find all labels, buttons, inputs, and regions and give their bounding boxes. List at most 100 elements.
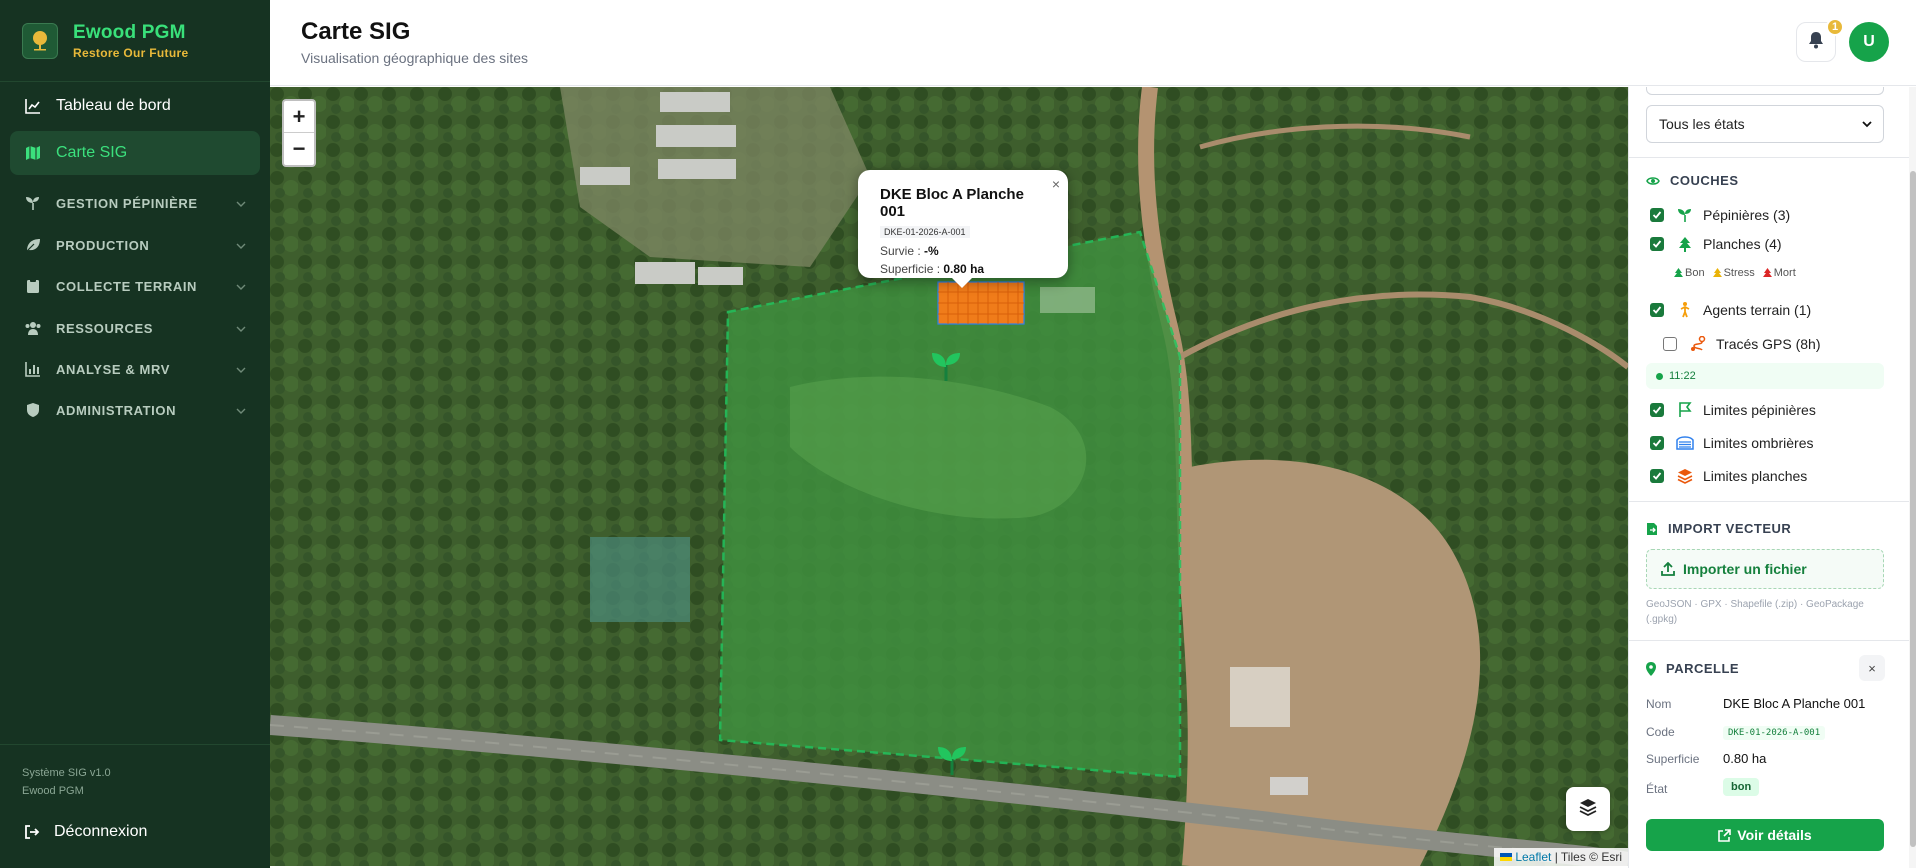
import-title: IMPORT VECTEUR bbox=[1668, 521, 1792, 536]
popup-superficie: Superficie : 0.80 ha bbox=[880, 262, 1046, 276]
page-subtitle: Visualisation géographique des sites bbox=[301, 50, 529, 66]
shade-house-icon bbox=[1676, 434, 1694, 452]
sidebar-item-carte-sig[interactable]: Carte SIG bbox=[10, 131, 260, 175]
parcelle-code: DKE-01-2026-A-001 bbox=[1723, 723, 1826, 740]
parcelle-superficie-label: Superficie bbox=[1646, 752, 1700, 766]
checkbox-checked[interactable] bbox=[1650, 208, 1664, 222]
zoom-in-button[interactable]: + bbox=[284, 101, 314, 133]
sidebar-group-label: PRODUCTION bbox=[56, 237, 150, 253]
bell-icon bbox=[1808, 31, 1824, 54]
notification-badge: 1 bbox=[1826, 18, 1844, 36]
filter-select-partial[interactable] bbox=[1646, 87, 1884, 95]
layer-label: Limites planches bbox=[1703, 468, 1808, 484]
sidebar-divider bbox=[0, 81, 270, 82]
sidebar-footer: Système SIG v1.0 Ewood PGM bbox=[22, 764, 111, 800]
popup-superficie-value: 0.80 ha bbox=[943, 262, 985, 276]
view-details-label: Voir détails bbox=[1737, 827, 1812, 843]
chevron-down-icon bbox=[236, 321, 246, 339]
walking-person-icon bbox=[1676, 301, 1694, 319]
checkbox-checked[interactable] bbox=[1650, 303, 1664, 317]
parcelle-section-title: PARCELLE bbox=[1646, 661, 1739, 676]
checkbox-unchecked[interactable] bbox=[1663, 337, 1677, 351]
parcelle-superficie-value: 0.80 ha bbox=[1723, 751, 1767, 766]
layers-toggle-button[interactable] bbox=[1566, 787, 1610, 831]
parcelle-code-value: DKE-01-2026-A-001 bbox=[1723, 726, 1826, 740]
sign-out-icon bbox=[24, 824, 40, 840]
layer-toggle-limites-pepinieres[interactable]: Limites pépinières bbox=[1650, 401, 1816, 419]
parcelle-nom-value: DKE Bloc A Planche 001 bbox=[1723, 696, 1866, 711]
logout-button[interactable]: Déconnexion bbox=[10, 810, 260, 854]
tree-icon bbox=[1674, 268, 1683, 277]
avatar[interactable]: U bbox=[1849, 22, 1889, 62]
parcelle-nom-label: Nom bbox=[1646, 697, 1672, 711]
layer-toggle-traces-gps[interactable]: Tracés GPS (8h) bbox=[1663, 335, 1821, 353]
sidebar-group-production[interactable]: PRODUCTION bbox=[10, 223, 260, 267]
parcelle-etat: bon bbox=[1723, 778, 1760, 796]
layer-label: Agents terrain (1) bbox=[1703, 302, 1812, 318]
planche-status-legend: Bon Stress Mort bbox=[1674, 267, 1796, 279]
state-filter-select[interactable]: Tous les états bbox=[1646, 105, 1884, 143]
layer-toggle-planches[interactable]: Planches (4) bbox=[1650, 235, 1782, 253]
bar-chart-icon bbox=[24, 360, 42, 378]
users-icon bbox=[24, 319, 42, 337]
layer-label: Limites ombrières bbox=[1703, 435, 1814, 451]
import-file-button[interactable]: Importer un fichier bbox=[1646, 549, 1884, 589]
seedling-icon bbox=[24, 194, 42, 212]
nursery-marker[interactable] bbox=[930, 349, 962, 383]
zoom-out-button[interactable]: − bbox=[284, 133, 314, 165]
layer-toggle-limites-planches[interactable]: Limites planches bbox=[1650, 467, 1807, 485]
map-icon bbox=[24, 144, 42, 162]
layer-toggle-agents[interactable]: Agents terrain (1) bbox=[1650, 301, 1811, 319]
checkbox-checked[interactable] bbox=[1650, 436, 1664, 450]
popup-survie-label: Survie : bbox=[880, 244, 921, 258]
nursery-marker[interactable] bbox=[936, 743, 968, 777]
popup-survie: Survie : -% bbox=[880, 244, 1046, 258]
tree-icon bbox=[1712, 268, 1722, 277]
popup-close-button[interactable]: × bbox=[1052, 176, 1060, 192]
seedling-icon bbox=[1676, 206, 1694, 224]
layer-group-icon bbox=[1676, 467, 1694, 485]
sidebar-group-label: ANALYSE & MRV bbox=[56, 361, 170, 377]
sidebar-group-collecte-terrain[interactable]: COLLECTE TERRAIN bbox=[10, 264, 260, 308]
external-link-icon bbox=[1718, 828, 1732, 842]
sidebar-group-gestion-pepiniere[interactable]: GESTION PÉPINIÈRE bbox=[10, 181, 260, 225]
section-divider bbox=[1629, 501, 1916, 502]
eye-icon bbox=[1646, 175, 1660, 187]
sidebar-group-label: GESTION PÉPINIÈRE bbox=[56, 195, 198, 211]
popup-code: DKE-01-2026-A-001 bbox=[880, 226, 970, 238]
sidebar-item-label: Tableau de bord bbox=[56, 97, 171, 114]
panel-scrollbar-thumb[interactable] bbox=[1910, 171, 1916, 847]
layers-title: COUCHES bbox=[1670, 173, 1739, 188]
tiles-attribution: | Tiles © Esri bbox=[1554, 850, 1622, 864]
sidebar-group-administration[interactable]: ADMINISTRATION bbox=[10, 388, 260, 432]
map-canvas[interactable]: + − × DKE Bloc A Planche 001 DKE-01-2026… bbox=[270, 87, 1628, 866]
checkbox-checked[interactable] bbox=[1650, 469, 1664, 483]
legend-bon-label: Bon bbox=[1685, 267, 1705, 279]
brand[interactable]: Ewood PGM Restore Our Future bbox=[22, 22, 188, 60]
layer-label: Pépinières (3) bbox=[1703, 207, 1791, 223]
map-attribution: Leaflet | Tiles © Esri bbox=[1493, 848, 1628, 866]
sidebar-group-analyse-mrv[interactable]: ANALYSE & MRV bbox=[10, 347, 260, 391]
layer-toggle-limites-ombrieres[interactable]: Limites ombrières bbox=[1650, 434, 1813, 452]
logout-label: Déconnexion bbox=[54, 823, 148, 840]
leaf-icon bbox=[24, 236, 42, 254]
parcelle-close-button[interactable]: × bbox=[1859, 655, 1885, 681]
legend-bon: Bon bbox=[1674, 267, 1705, 279]
view-details-button[interactable]: Voir détails bbox=[1646, 819, 1884, 851]
popup-superficie-label: Superficie : bbox=[880, 262, 941, 276]
checkbox-checked[interactable] bbox=[1650, 237, 1664, 251]
leaflet-link[interactable]: Leaflet bbox=[1515, 850, 1551, 864]
tree-icon bbox=[1676, 235, 1694, 253]
sidebar-item-tableau-de-bord[interactable]: Tableau de bord bbox=[10, 84, 260, 128]
layer-toggle-pepinieres[interactable]: Pépinières (3) bbox=[1650, 206, 1790, 224]
map-pin-icon bbox=[1646, 661, 1656, 676]
planche-polygon[interactable] bbox=[937, 281, 1025, 325]
section-divider bbox=[1629, 640, 1916, 641]
tree-logo-icon bbox=[22, 23, 58, 59]
file-import-icon bbox=[1646, 522, 1658, 536]
zoom-control: + − bbox=[282, 99, 316, 167]
sidebar-group-ressources[interactable]: RESSOURCES bbox=[10, 306, 260, 350]
checkbox-checked[interactable] bbox=[1650, 403, 1664, 417]
status-dot bbox=[1656, 372, 1663, 380]
flag-boundary-icon bbox=[1676, 401, 1694, 419]
